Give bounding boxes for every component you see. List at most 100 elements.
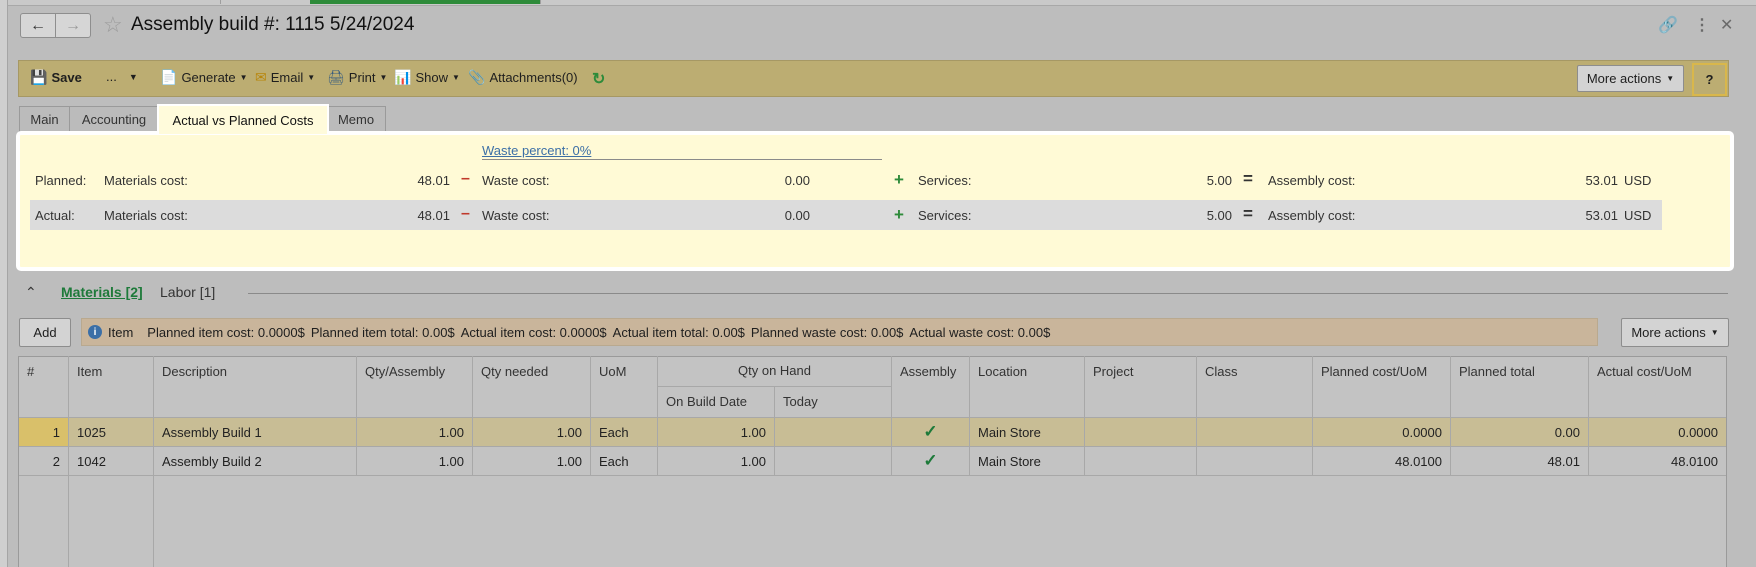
help-button[interactable]: ?	[1692, 63, 1727, 96]
checkmark-icon: ✓	[892, 418, 970, 446]
tab-materials[interactable]: Materials [2]	[61, 284, 143, 300]
more-actions-button[interactable]: More actions ▼	[1577, 65, 1684, 92]
row-uom[interactable]: Each	[591, 418, 658, 446]
tab-labor[interactable]: Labor [1]	[160, 284, 215, 300]
caret-down-icon: ▼	[307, 73, 316, 82]
link-icon[interactable]: 🔗	[1658, 15, 1678, 35]
plus-icon: +	[894, 205, 904, 224]
favorite-star-icon[interactable]: ☆	[103, 13, 123, 37]
col-header-today[interactable]: Today	[775, 387, 892, 418]
envelope-icon: ✉	[255, 69, 267, 85]
plus-icon: +	[894, 170, 904, 189]
row-project[interactable]	[1085, 418, 1197, 446]
print-button[interactable]: 🖨 Print ▼	[327, 69, 387, 86]
col-header-qty-on-hand[interactable]: Qty on Hand	[658, 356, 892, 387]
column-line	[68, 476, 69, 567]
print-label: Print	[348, 70, 376, 85]
row-class[interactable]	[1197, 447, 1313, 475]
tab-accounting[interactable]: Accounting	[69, 106, 159, 132]
row-on-build-date: 1.00	[658, 418, 775, 446]
planned-materials-label: Materials cost:	[104, 173, 188, 188]
col-header-class[interactable]: Class	[1197, 356, 1313, 418]
item-info-bar: i Item Planned item cost: 0.0000$ Planne…	[81, 318, 1598, 346]
top-tab-segment	[150, 0, 221, 4]
col-header-project[interactable]: Project	[1085, 356, 1197, 418]
top-tab-segment	[220, 0, 311, 4]
tab-actual-vs-planned-costs[interactable]: Actual vs Planned Costs	[157, 104, 329, 134]
col-header-qty-assembly[interactable]: Qty/Assembly	[357, 356, 473, 418]
window-top-strip	[0, 0, 1756, 6]
collapse-chevron-icon[interactable]: ⌃	[25, 284, 37, 301]
actual-currency: USD	[1624, 208, 1652, 223]
tab-main[interactable]: Main	[19, 106, 70, 132]
actual-assembly-value: 53.01	[1585, 208, 1618, 223]
email-button[interactable]: ✉ Email ▼	[255, 69, 315, 86]
column-line	[153, 476, 154, 567]
row-item[interactable]: 1025	[69, 418, 154, 446]
kebab-menu-icon[interactable]: ⋮	[1694, 15, 1710, 35]
actual-assembly-label: Assembly cost:	[1268, 208, 1356, 223]
actual-materials-label: Materials cost:	[104, 208, 188, 223]
planned-currency: USD	[1624, 173, 1652, 188]
col-header-item[interactable]: Item	[69, 356, 154, 418]
row-qty-needed[interactable]: 1.00	[473, 418, 591, 446]
info-item-label: Item	[108, 324, 134, 340]
info-icon: i	[88, 325, 102, 339]
col-header-on-build-date[interactable]: On Build Date	[658, 387, 775, 418]
col-header-qty-needed[interactable]: Qty needed	[473, 356, 591, 418]
tab-label: Main	[30, 112, 59, 127]
grid-more-actions-button[interactable]: More actions ▼	[1621, 318, 1729, 347]
row-qty-needed[interactable]: 1.00	[473, 447, 591, 475]
save-button[interactable]: 💾 Save	[30, 69, 82, 86]
forward-button[interactable]: →	[55, 13, 91, 38]
row-description[interactable]: Assembly Build 2	[154, 447, 357, 475]
col-header-location[interactable]: Location	[970, 356, 1085, 418]
planned-services-value: 5.00	[1206, 173, 1232, 188]
row-planned-total: 0.00	[1451, 418, 1589, 446]
col-header-planned-cost-uom[interactable]: Planned cost/UoM	[1313, 356, 1451, 418]
row-location[interactable]: Main Store	[970, 447, 1085, 475]
row-project[interactable]	[1085, 447, 1197, 475]
info-planned-item-total: Planned item total: 0.00$	[310, 324, 455, 340]
minus-icon: –	[461, 170, 470, 187]
tab-memo[interactable]: Memo	[326, 106, 386, 132]
save-label: Save	[51, 70, 82, 85]
row-item[interactable]: 1042	[69, 447, 154, 475]
row-today	[775, 447, 892, 475]
row-qty-assembly[interactable]: 1.00	[357, 418, 473, 446]
row-location[interactable]: Main Store	[970, 418, 1085, 446]
minus-icon: –	[461, 205, 470, 222]
row-qty-assembly[interactable]: 1.00	[357, 447, 473, 475]
more-dropdown[interactable]: ... ▼	[106, 69, 138, 84]
col-header-actual-cost-uom[interactable]: Actual cost/UoM	[1589, 356, 1727, 418]
col-header-uom[interactable]: UoM	[591, 356, 658, 418]
equals-icon: =	[1243, 204, 1253, 223]
back-button[interactable]: ←	[20, 13, 56, 38]
refresh-button[interactable]: ↻	[592, 69, 605, 89]
planned-label: Planned:	[35, 173, 87, 188]
row-class[interactable]	[1197, 418, 1313, 446]
row-planned-cost-uom: 0.0000	[1313, 418, 1451, 446]
generate-button[interactable]: 📄 Generate ▼	[160, 69, 248, 86]
col-header-planned-total[interactable]: Planned total	[1451, 356, 1589, 418]
row-uom[interactable]: Each	[591, 447, 658, 475]
row-actual-cost-uom: 48.0100	[1671, 454, 1718, 469]
show-button[interactable]: 📊 Show ▼	[394, 69, 460, 86]
tab-label: Actual vs Planned Costs	[172, 112, 314, 128]
row-planned-total: 48.01	[1451, 447, 1589, 475]
divider	[482, 159, 882, 160]
col-header-description[interactable]: Description	[154, 356, 357, 418]
row-description[interactable]: Assembly Build 1	[154, 418, 357, 446]
checkmark-icon: ✓	[892, 447, 970, 475]
arrow-left-icon: ←	[30, 16, 46, 34]
actual-services-value: 5.00	[1206, 208, 1232, 223]
attachments-button[interactable]: 📎 Attachments(0)	[468, 69, 578, 86]
close-icon[interactable]: ✕	[1720, 15, 1733, 35]
add-button[interactable]: Add	[19, 318, 71, 347]
waste-percent-link[interactable]: Waste percent: 0%	[482, 143, 591, 158]
col-header-num[interactable]: #	[19, 356, 69, 418]
tab-label: Accounting	[81, 112, 147, 127]
col-header-assembly[interactable]: Assembly	[892, 356, 970, 418]
info-planned-waste-cost: Planned waste cost: 0.00$	[750, 324, 904, 340]
generate-icon: 📄	[160, 69, 178, 85]
